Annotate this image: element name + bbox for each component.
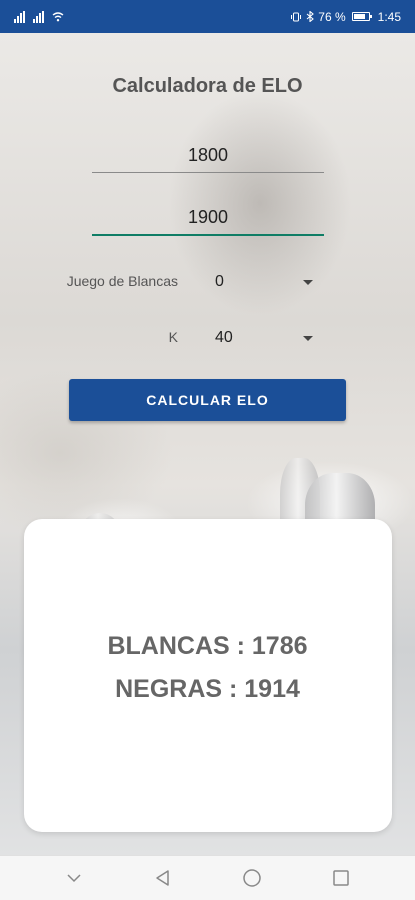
status-left — [14, 10, 64, 23]
navigation-bar — [0, 855, 415, 900]
k-label: K — [168, 329, 178, 345]
recents-button[interactable] — [321, 858, 361, 898]
rating-black-input[interactable]: 1900 — [92, 207, 324, 236]
status-bar: 76 % 1:45 — [0, 0, 415, 33]
game-select[interactable]: 0 — [207, 270, 317, 294]
bluetooth-icon — [306, 11, 315, 22]
game-label: Juego de Blancas — [66, 273, 178, 289]
game-select-value: 0 — [215, 273, 224, 290]
sim-signal-icon — [14, 10, 25, 23]
battery-percent: 76 % — [318, 9, 346, 24]
clock: 1:45 — [377, 9, 401, 24]
home-icon — [243, 869, 261, 887]
k-select[interactable]: 40 — [207, 326, 317, 350]
wifi-icon — [52, 11, 64, 21]
recents-icon — [332, 870, 349, 886]
signal-icon — [33, 10, 44, 23]
home-button[interactable] — [232, 858, 272, 898]
k-select-value: 40 — [215, 329, 233, 346]
dropdown-arrow-icon — [303, 279, 313, 285]
back-icon — [156, 870, 169, 886]
battery-icon — [351, 12, 372, 21]
dropdown-arrow-icon — [303, 335, 313, 341]
rating-white-input[interactable]: 1800 — [92, 145, 324, 173]
back-button[interactable] — [143, 858, 183, 898]
result-black: NEGRAS : 1914 — [115, 675, 300, 703]
calculate-elo-button[interactable]: CALCULAR ELO — [69, 379, 346, 421]
chevron-down-icon — [67, 874, 81, 883]
vibrate-icon — [291, 12, 302, 21]
status-right: 76 % 1:45 — [290, 10, 401, 24]
hide-nav-button[interactable] — [54, 858, 94, 898]
result-white: BLANCAS : 1786 — [107, 632, 308, 660]
page-title: Calculadora de ELO — [112, 75, 303, 97]
